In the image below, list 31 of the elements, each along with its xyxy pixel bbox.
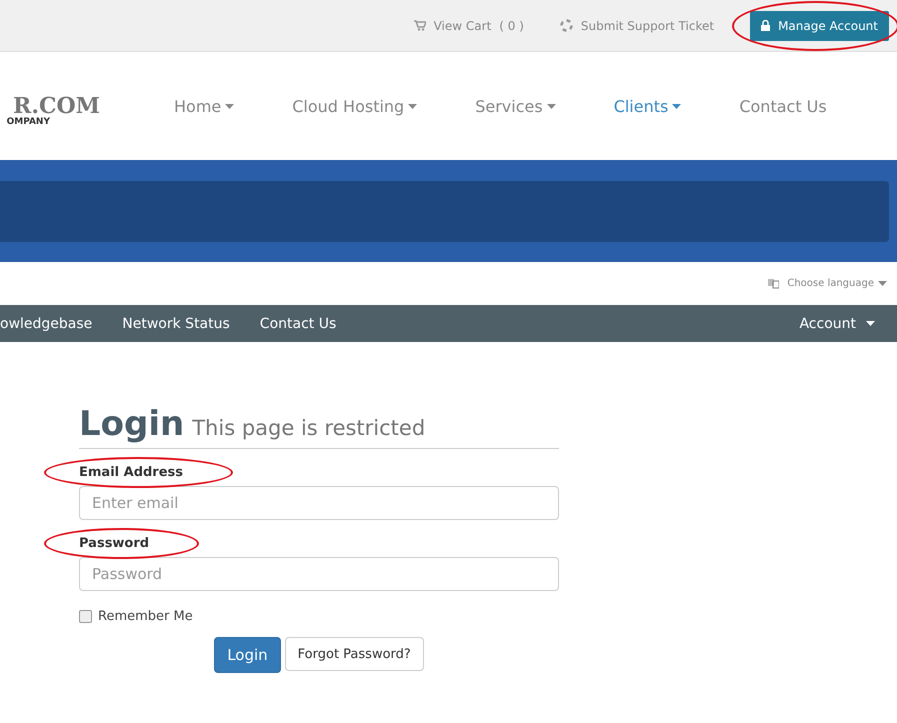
lock-icon: [761, 20, 770, 31]
lifebuoy-icon: [560, 19, 573, 32]
support-ticket-link[interactable]: Submit Support Ticket: [560, 18, 714, 32]
forgot-password-button[interactable]: Forgot Password?: [284, 637, 424, 671]
language-selector[interactable]: Choose language: [787, 278, 887, 289]
manage-account-button[interactable]: Manage Account: [750, 10, 889, 40]
cart-icon: [414, 20, 426, 31]
checkbox[interactable]: [79, 610, 92, 623]
input-field[interactable]: Password: [79, 557, 559, 591]
view-cart-link[interactable]: View Cart ( 0 ): [414, 18, 524, 32]
page-title: Login: [79, 404, 184, 444]
field-label: Password: [79, 536, 150, 551]
subnav-link[interactable]: Network Status: [122, 316, 230, 332]
logo-text: R.COM: [13, 95, 100, 117]
subnav-link[interactable]: Contact Us: [260, 316, 336, 332]
login-button[interactable]: Login: [214, 637, 281, 673]
nav-item[interactable]: Services: [475, 96, 556, 116]
account-menu[interactable]: Account: [799, 316, 875, 332]
caret-icon: [866, 321, 875, 326]
nav-item[interactable]: Clients: [614, 96, 682, 116]
translate-icon: [768, 278, 780, 289]
nav-item[interactable]: Home: [174, 96, 234, 116]
subnav-link[interactable]: owledgebase: [0, 316, 92, 332]
nav-item[interactable]: Cloud Hosting: [292, 96, 418, 116]
page-subtitle: This page is restricted: [192, 416, 426, 440]
checkbox-label: Remember Me: [98, 609, 193, 624]
nav-item[interactable]: Contact Us: [739, 96, 827, 116]
logo-tagline: OMPANY: [6, 117, 50, 127]
field-label: Email Address: [79, 465, 184, 480]
input-field[interactable]: Enter email: [79, 486, 559, 520]
caret-icon: [878, 281, 887, 286]
